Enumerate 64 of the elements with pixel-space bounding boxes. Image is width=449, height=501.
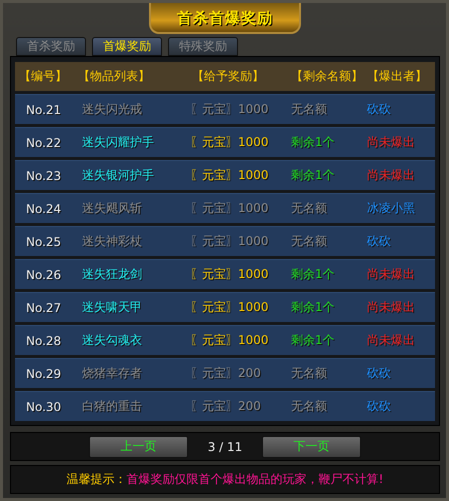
remaining-quota: 剩余1个 xyxy=(291,299,336,316)
reward-text: 〖元宝〗200 xyxy=(190,365,262,382)
row-number: No.26 xyxy=(26,268,62,282)
column-header: 【物品列表】 xyxy=(78,68,151,85)
finder-name: 尚未爆出 xyxy=(367,134,416,151)
finder-name: 砍砍 xyxy=(367,398,392,415)
finder-name: 砍砍 xyxy=(367,365,392,382)
reward-text: 〖元宝〗1000 xyxy=(190,167,270,184)
remaining-quota: 剩余1个 xyxy=(291,167,336,184)
tab[interactable]: 首爆奖励 xyxy=(92,37,162,56)
row-number: No.27 xyxy=(26,300,62,314)
row-number: No.24 xyxy=(26,202,62,216)
column-header: 【爆出者】 xyxy=(367,68,428,85)
finder-name: 尚未爆出 xyxy=(367,266,416,283)
finder-name: 砍砍 xyxy=(367,233,392,250)
item-name: 烧猪幸存者 xyxy=(82,365,143,382)
item-name: 迷失勾魂衣 xyxy=(82,332,143,349)
remaining-quota: 无名额 xyxy=(291,101,328,118)
item-name: 迷失银河护手 xyxy=(82,167,155,184)
reward-text: 〖元宝〗1000 xyxy=(190,101,270,118)
column-header: 【编号】 xyxy=(19,68,68,85)
item-name: 迷失神彩杖 xyxy=(82,233,143,250)
item-name: 迷失飓风斩 xyxy=(82,200,143,217)
reward-text: 〖元宝〗1000 xyxy=(190,299,270,316)
row-number: No.29 xyxy=(26,366,62,380)
column-header: 【剩余名额】 xyxy=(291,68,364,85)
item-name: 迷失狂龙剑 xyxy=(82,266,143,283)
page-indicator: 3 / 11 xyxy=(206,440,244,454)
remaining-quota: 无名额 xyxy=(291,398,328,415)
next-page-button[interactable]: 下一页 xyxy=(262,436,361,458)
reward-text: 〖元宝〗1000 xyxy=(190,332,270,349)
reward-text: 〖元宝〗1000 xyxy=(190,200,270,217)
tip-text: 首爆奖励仅限首个爆出物品的玩家，鞭尸不计算! xyxy=(126,471,384,488)
item-name: 迷失闪耀护手 xyxy=(82,134,155,151)
row-number: No.21 xyxy=(26,102,62,116)
remaining-quota: 剩余1个 xyxy=(291,266,336,283)
row-number: No.28 xyxy=(26,334,62,348)
column-header: 【给予奖励】 xyxy=(192,68,265,85)
row-number: No.22 xyxy=(26,136,62,150)
remaining-quota: 剩余1个 xyxy=(291,134,336,151)
finder-name: 尚未爆出 xyxy=(367,167,416,184)
finder-name: 尚未爆出 xyxy=(367,299,416,316)
reward-text: 〖元宝〗1000 xyxy=(190,134,270,151)
window-title: 首杀首爆奖励 xyxy=(149,3,301,34)
finder-name: 尚未爆出 xyxy=(367,332,416,349)
finder-name: 砍砍 xyxy=(367,101,392,118)
row-number: No.25 xyxy=(26,234,62,248)
previous-page-button[interactable]: 上一页 xyxy=(89,436,188,458)
tip-label: 温馨提示： xyxy=(66,471,127,488)
reward-text: 〖元宝〗1000 xyxy=(190,233,270,250)
finder-name: 冰凌小黑 xyxy=(367,200,416,217)
remaining-quota: 无名额 xyxy=(291,365,328,382)
row-number: No.23 xyxy=(26,168,62,182)
tab[interactable]: 首杀奖励 xyxy=(16,37,86,56)
reward-text: 〖元宝〗1000 xyxy=(190,266,270,283)
row-number: No.30 xyxy=(26,400,62,414)
remaining-quota: 无名额 xyxy=(291,200,328,217)
item-name: 迷失闪光戒 xyxy=(82,101,143,118)
tab[interactable]: 特殊奖励 xyxy=(168,37,238,56)
remaining-quota: 剩余1个 xyxy=(291,332,336,349)
reward-text: 〖元宝〗200 xyxy=(190,398,262,415)
item-name: 白猪的重击 xyxy=(82,398,143,415)
item-name: 迷失啸天甲 xyxy=(82,299,143,316)
remaining-quota: 无名额 xyxy=(291,233,328,250)
